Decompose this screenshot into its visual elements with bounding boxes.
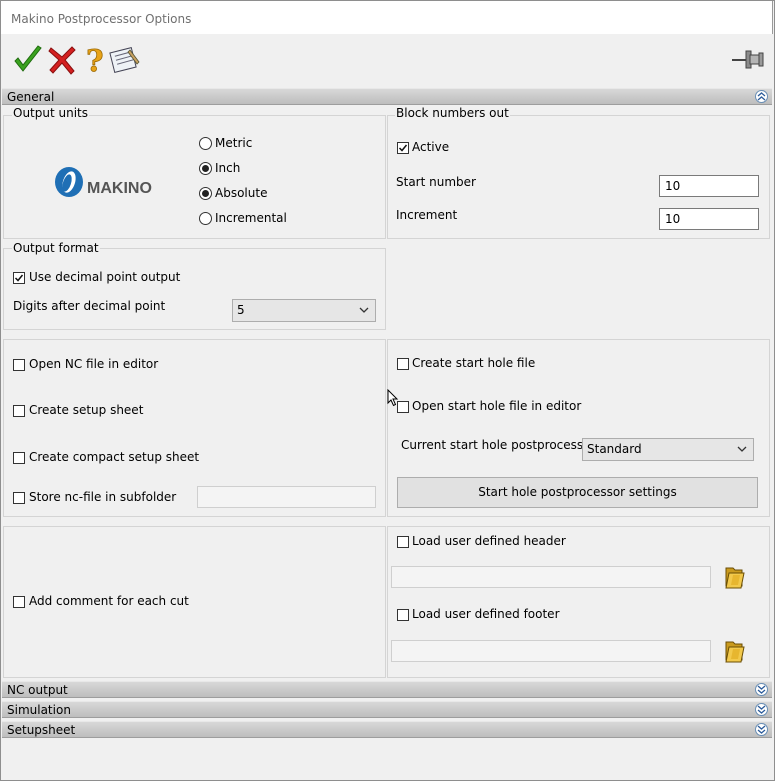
compact-setup-checkbox[interactable] — [13, 452, 25, 464]
radio-dot — [202, 190, 209, 197]
load-footer-checkbox[interactable] — [397, 609, 409, 621]
check-icon[interactable] — [12, 44, 44, 76]
store-subfolder-checkbox[interactable] — [13, 492, 25, 504]
folder-open-icon[interactable] — [724, 639, 746, 663]
decimal-point-checkbox[interactable] — [13, 272, 25, 284]
add-comment-label: Add comment for each cut — [29, 594, 189, 608]
setup-sheet-checkbox[interactable] — [13, 405, 25, 417]
expand-icon[interactable] — [755, 723, 768, 736]
chevron-down-icon — [359, 307, 369, 313]
digits-label: Digits after decimal point — [13, 299, 166, 313]
window-title: Makino Postprocessor Options — [11, 12, 192, 26]
collapse-icon[interactable] — [755, 90, 768, 103]
question-icon[interactable]: ? — [78, 44, 110, 80]
folder-open-icon[interactable] — [724, 565, 746, 589]
active-checkbox[interactable] — [397, 142, 409, 154]
section-label: General — [7, 90, 55, 104]
load-header-checkbox[interactable] — [397, 536, 409, 548]
section-header-setupsheet[interactable]: Setupsheet — [2, 721, 772, 738]
radio-inch-label: Inch — [215, 161, 241, 175]
section-header-general[interactable]: General — [2, 88, 772, 105]
radio-inch[interactable] — [199, 162, 212, 175]
radio-metric-label: Metric — [215, 136, 253, 150]
start-hole-settings-button[interactable]: Start hole postprocessor settings — [397, 477, 758, 508]
start-number-label: Start number — [396, 175, 476, 189]
makino-logo-text: MAKINO — [87, 180, 152, 197]
start-number-input[interactable]: 10 — [659, 175, 759, 197]
open-nc-label: Open NC file in editor — [29, 357, 159, 371]
decimal-point-label: Use decimal point output — [29, 270, 181, 284]
notepad-icon[interactable] — [108, 44, 140, 76]
start-hole-postprocessor-select[interactable]: Standard — [582, 438, 754, 461]
chevron-down-icon — [737, 446, 747, 452]
open-start-hole-label: Open start hole file in editor — [412, 399, 582, 413]
subfolder-input[interactable] — [197, 486, 376, 508]
makino-logo: MAKINO — [53, 166, 153, 200]
store-subfolder-label: Store nc-file in subfolder — [29, 490, 177, 504]
load-header-label: Load user defined header — [412, 534, 566, 548]
digits-value: 5 — [237, 303, 245, 317]
current-postprocessor-label: Current start hole postprocessor — [401, 438, 596, 452]
increment-input[interactable]: 10 — [659, 208, 759, 230]
open-nc-checkbox[interactable] — [13, 359, 25, 371]
section-label: Simulation — [7, 703, 71, 717]
x-icon[interactable] — [46, 44, 78, 76]
mouse-cursor-icon — [387, 388, 399, 407]
footer-file-input[interactable] — [391, 640, 711, 662]
radio-absolute[interactable] — [199, 187, 212, 200]
section-label: Setupsheet — [7, 723, 76, 737]
start-hole-postprocessor-value: Standard — [587, 442, 642, 456]
radio-incremental-label: Incremental — [215, 211, 287, 225]
load-footer-label: Load user defined footer — [412, 607, 560, 621]
radio-metric[interactable] — [199, 137, 212, 150]
header-file-input[interactable] — [391, 566, 711, 588]
create-start-hole-checkbox[interactable] — [397, 358, 409, 370]
expand-icon[interactable] — [755, 683, 768, 696]
expand-icon[interactable] — [755, 703, 768, 716]
radio-dot — [202, 165, 209, 172]
title-bar: Makino Postprocessor Options — [0, 0, 773, 34]
block-numbers-label: Block numbers out — [395, 106, 510, 120]
create-start-hole-label: Create start hole file — [412, 356, 536, 370]
digits-select[interactable]: 5 — [232, 299, 376, 322]
radio-absolute-label: Absolute — [215, 186, 268, 200]
radio-incremental[interactable] — [199, 212, 212, 225]
output-format-label: Output format — [12, 241, 100, 255]
compact-setup-label: Create compact setup sheet — [29, 450, 200, 464]
section-header-simulation[interactable]: Simulation — [2, 701, 772, 718]
svg-text:?: ? — [86, 44, 104, 76]
pin-icon[interactable] — [730, 48, 764, 72]
add-comment-checkbox[interactable] — [13, 596, 25, 608]
output-units-label: Output units — [12, 106, 89, 120]
active-label: Active — [412, 140, 450, 154]
section-header-nc-output[interactable]: NC output — [2, 681, 772, 698]
increment-label: Increment — [396, 208, 458, 222]
section-label: NC output — [7, 683, 68, 697]
setup-sheet-label: Create setup sheet — [29, 403, 144, 417]
